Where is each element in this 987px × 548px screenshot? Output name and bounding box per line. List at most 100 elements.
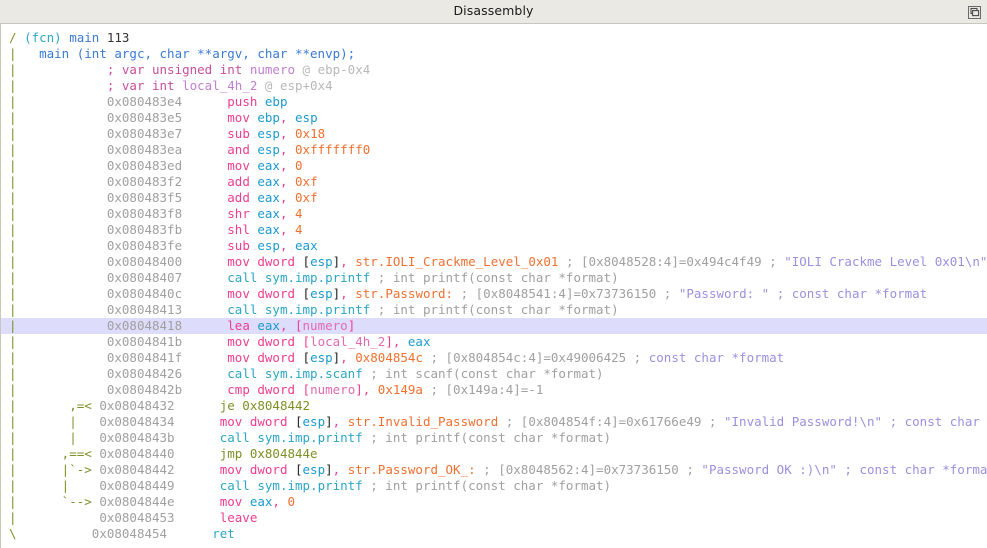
token-num: 113 bbox=[106, 30, 130, 45]
disassembly-line[interactable]: | ,=< 0x08048432 je 0x8048442 bbox=[1, 398, 987, 414]
token-addr: 0x08048418 bbox=[106, 318, 228, 333]
token-cmt: ; [0x804854f:4]=0x61766e49 ; bbox=[498, 414, 724, 429]
token-flow: | | bbox=[9, 414, 100, 429]
token-flow: | bbox=[9, 254, 107, 269]
token-mov: shl bbox=[227, 222, 258, 237]
token-mov: , [ bbox=[279, 318, 303, 333]
token-jmp: jmp 0x804844e bbox=[219, 446, 318, 461]
disassembly-line[interactable]: | 0x0804841f mov dword [esp], 0x804854c … bbox=[1, 350, 987, 366]
disassembly-line[interactable]: | `--> 0x0804844e mov eax, 0 bbox=[1, 494, 987, 510]
disassembly-line[interactable]: | 0x08048413 call sym.imp.printf ; int p… bbox=[1, 302, 987, 318]
disassembly-line[interactable]: | 0x080483e4 push ebp bbox=[1, 94, 987, 110]
disassembly-line[interactable]: | | 0x08048449 call sym.imp.printf ; int… bbox=[1, 478, 987, 494]
token-flow: | bbox=[9, 62, 107, 77]
disassembly-line[interactable]: | main (int argc, char **argv, char **en… bbox=[1, 46, 987, 62]
disassembly-line[interactable]: | 0x08048400 mov dword [esp], str.IOLI_C… bbox=[1, 254, 987, 270]
token-addr: 0x08048434 bbox=[99, 414, 220, 429]
token-mov: mov bbox=[227, 158, 258, 173]
token-addr: 0x08048453 bbox=[99, 510, 220, 525]
disassembly-line[interactable]: | 0x080483f2 add eax, 0xf bbox=[1, 174, 987, 190]
token-str: str.IOLI_Crackme_Level_0x01 bbox=[355, 254, 559, 269]
token-jmp: je 0x8048442 bbox=[219, 398, 311, 413]
token-mov: lea bbox=[227, 318, 258, 333]
token-reg: ebp bbox=[257, 110, 280, 125]
token-mov: , bbox=[279, 190, 296, 205]
token-vloc: @ esp+0x4 bbox=[264, 78, 333, 93]
token-mov: , bbox=[279, 206, 296, 221]
window-controls bbox=[967, 0, 982, 24]
disassembly-line[interactable]: | 0x08048426 call sym.imp.scanf ; int sc… bbox=[1, 366, 987, 382]
token-mov: sub bbox=[227, 238, 258, 253]
token-cmt: ; int scanf(const char *format) bbox=[362, 366, 604, 381]
token-flow: | bbox=[9, 206, 107, 221]
token-flow: | bbox=[9, 158, 107, 173]
token-flow: | bbox=[9, 286, 107, 301]
disassembly-line[interactable]: | 0x080483ed mov eax, 0 bbox=[1, 158, 987, 174]
disassembly-line[interactable]: | ; var int local_4h_2 @ esp+0x4 bbox=[1, 78, 987, 94]
token-mov: , bbox=[332, 414, 348, 429]
restore-window-icon[interactable] bbox=[967, 5, 982, 20]
token-vkw: ; var int bbox=[106, 78, 183, 93]
token-reg: esp bbox=[257, 238, 280, 253]
token-addr: 0x0804842b bbox=[106, 382, 228, 397]
token-addr: 0x080483fb bbox=[106, 222, 228, 237]
disassembly-listing[interactable]: / (fcn) main 113 | main (int argc, char *… bbox=[1, 24, 987, 548]
disassembly-line[interactable]: | 0x080483fb shl eax, 4 bbox=[1, 222, 987, 238]
token-reg: ebp bbox=[264, 94, 288, 109]
token-cmt: ; [0x8048528:4]=0x494c4f49 ; bbox=[558, 254, 785, 269]
token-addr: 0x0804843b bbox=[99, 430, 220, 445]
token-cmtstr: "Invalid Password!\n" ; const char *form… bbox=[724, 414, 980, 429]
disassembly-panel[interactable]: / (fcn) main 113 | main (int argc, char *… bbox=[0, 24, 987, 548]
token-call: ret bbox=[212, 526, 235, 541]
token-mov: mov dword bbox=[227, 350, 303, 365]
token-addr: 0x08048413 bbox=[106, 302, 228, 317]
token-cmt: ; int printf(const char *format) bbox=[370, 270, 619, 285]
disassembly-window: Disassembly / (fcn) main 113 | main (int … bbox=[0, 0, 987, 548]
token-flow: | bbox=[9, 302, 107, 317]
disassembly-line[interactable]: | |`-> 0x08048442 mov dword [esp], str.P… bbox=[1, 462, 987, 478]
disassembly-line[interactable]: / (fcn) main 113 bbox=[1, 30, 987, 46]
token-mov: leave bbox=[219, 510, 258, 525]
token-mov: , bbox=[340, 350, 356, 365]
token-fname: main bbox=[69, 30, 107, 45]
disassembly-line[interactable]: | ,==< 0x08048440 jmp 0x804844e bbox=[1, 446, 987, 462]
token-str: str.Invalid_Password bbox=[347, 414, 499, 429]
disassembly-line[interactable]: | 0x080483e5 mov ebp, esp bbox=[1, 110, 987, 126]
disassembly-line[interactable]: | 0x080483ea and esp, 0xfffffff0 bbox=[1, 142, 987, 158]
token-mov: ] bbox=[347, 318, 356, 333]
window-title-bar: Disassembly bbox=[0, 0, 987, 24]
disassembly-line[interactable]: | 0x0804841b mov dword [local_4h_2], eax bbox=[1, 334, 987, 350]
disassembly-line[interactable]: \ 0x08048454 ret bbox=[1, 526, 987, 542]
disassembly-line[interactable]: | 0x08048453 leave bbox=[1, 510, 987, 526]
token-cmtstr: "Password OK :)\n" ; const char *format bbox=[701, 462, 987, 477]
token-cmt: ; [0x149a:4]=-1 bbox=[422, 382, 544, 397]
token-addr: 0x080483ea bbox=[106, 142, 228, 157]
token-cmt: ; [0x804854c:4]=0x49006425 ; bbox=[422, 350, 649, 365]
token-addr: 0x08048449 bbox=[99, 478, 220, 493]
token-mov: , bbox=[340, 254, 356, 269]
token-mov: , bbox=[272, 494, 288, 509]
disassembly-line[interactable]: | ; var unsigned int numero @ ebp-0x4 bbox=[1, 62, 987, 78]
disassembly-line[interactable]: | 0x0804842b cmp dword [numero], 0x149a … bbox=[1, 382, 987, 398]
token-flow: | bbox=[9, 270, 107, 285]
disassembly-line[interactable]: | 0x08048407 call sym.imp.printf ; int p… bbox=[1, 270, 987, 286]
token-flow: | bbox=[9, 382, 107, 397]
token-mov: mov dword bbox=[219, 462, 295, 477]
token-reg: eax bbox=[249, 494, 273, 509]
token-mov: , bbox=[340, 286, 356, 301]
token-mov: push bbox=[227, 94, 265, 109]
token-var: numero bbox=[310, 382, 356, 397]
disassembly-line-current[interactable]: | 0x08048418 lea eax, [numero] bbox=[1, 318, 987, 334]
token-reg: esp bbox=[295, 110, 318, 125]
token-flow: | bbox=[9, 222, 107, 237]
token-reg: esp bbox=[302, 462, 326, 477]
disassembly-line[interactable]: | | 0x0804843b call sym.imp.printf ; int… bbox=[1, 430, 987, 446]
disassembly-line[interactable]: | 0x080483e7 sub esp, 0x18 bbox=[1, 126, 987, 142]
disassembly-line[interactable]: | 0x0804840c mov dword [esp], str.Passwo… bbox=[1, 286, 987, 302]
disassembly-line[interactable]: | | 0x08048434 mov dword [esp], str.Inva… bbox=[1, 414, 987, 430]
token-regb: ] bbox=[325, 462, 333, 477]
token-cmtstr: "IOLI Crackme Level 0x01\n" bbox=[784, 254, 987, 269]
disassembly-line[interactable]: | 0x080483f5 add eax, 0xf bbox=[1, 190, 987, 206]
disassembly-line[interactable]: | 0x080483fe sub esp, eax bbox=[1, 238, 987, 254]
disassembly-line[interactable]: | 0x080483f8 shr eax, 4 bbox=[1, 206, 987, 222]
